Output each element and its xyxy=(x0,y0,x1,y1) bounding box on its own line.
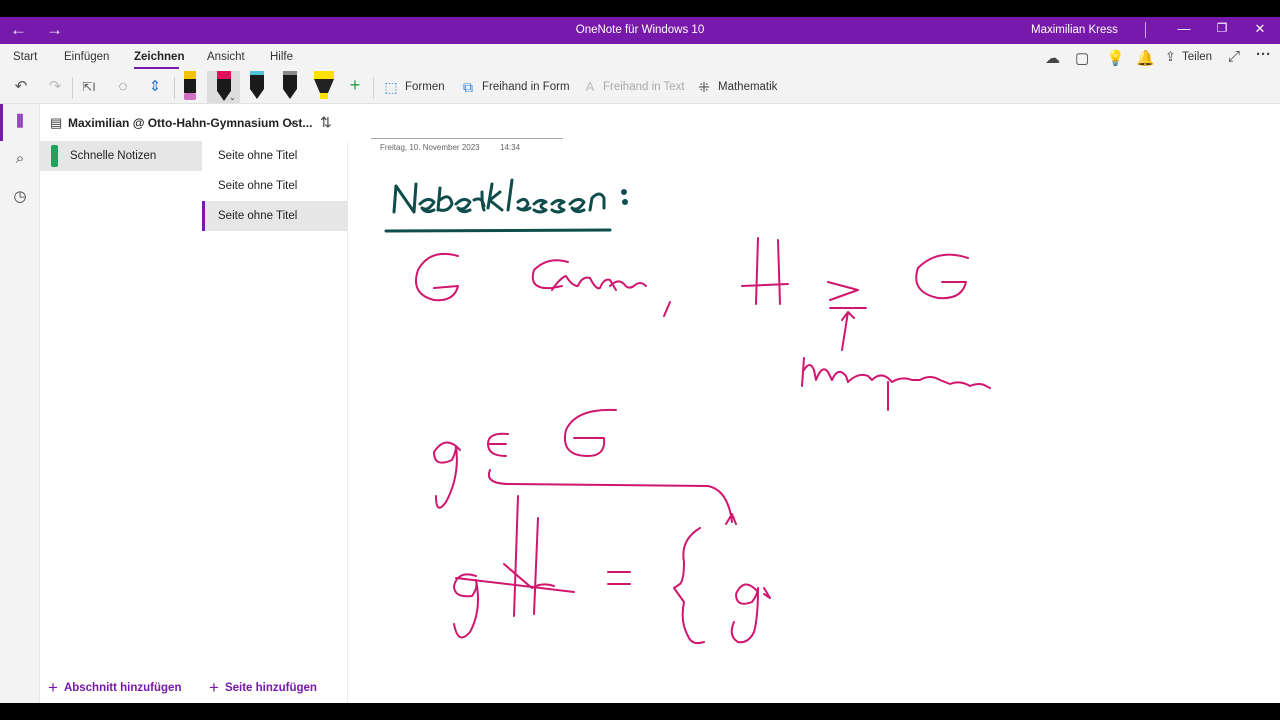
section-color-tab xyxy=(51,145,58,167)
add-section-button[interactable]: + Abschnitt hinzufügen xyxy=(48,678,181,698)
titlebar-divider xyxy=(1145,22,1146,38)
notebook-icon: ▤ xyxy=(50,115,63,130)
math-icon[interactable]: ⁜ xyxy=(694,79,714,95)
onenote-window: ← → OneNote für Windows 10 Maximilian Kr… xyxy=(0,17,1280,703)
insert-space-icon[interactable]: ⇕ xyxy=(145,79,165,95)
fullscreen-icon[interactable]: ⤢ xyxy=(1228,48,1240,65)
recent-icon[interactable]: ◷ xyxy=(10,187,30,205)
title-bar: ← → OneNote für Windows 10 Maximilian Kr… xyxy=(0,17,1280,44)
page-label: Seite ohne Titel xyxy=(218,180,298,192)
more-options-icon[interactable]: ··· xyxy=(1256,46,1271,63)
notebook-title[interactable]: Maximilian @ Otto-Hahn-Gymnasium Ost... xyxy=(68,116,312,130)
page-label: Seite ohne Titel xyxy=(218,150,298,162)
sync-icon[interactable]: ☁ xyxy=(1045,49,1060,67)
undo-icon[interactable]: ↶ xyxy=(11,79,31,95)
plus-icon: + xyxy=(209,678,219,697)
tab-ansicht[interactable]: Ansicht xyxy=(207,51,245,63)
minimize-icon[interactable]: — xyxy=(1174,21,1194,36)
tab-start[interactable]: Start xyxy=(13,51,37,63)
share-button[interactable]: Teilen xyxy=(1182,51,1212,63)
plus-icon: + xyxy=(48,678,58,697)
shapes-icon[interactable]: ⬚ xyxy=(381,79,401,95)
tab-einfuegen[interactable]: Einfügen xyxy=(64,51,109,63)
ink-to-shape-icon[interactable]: ⧉ xyxy=(458,79,478,95)
sticky-notes-icon[interactable]: ▢ xyxy=(1075,49,1089,67)
black-pen-icon[interactable] xyxy=(247,71,267,103)
page-item[interactable]: Seite ohne Titel xyxy=(202,141,348,171)
ribbon-separator xyxy=(174,77,175,99)
math-button[interactable]: Mathematik xyxy=(718,81,777,93)
ink-to-text-icon[interactable]: A xyxy=(580,79,600,95)
pencil-pen-icon[interactable] xyxy=(180,71,200,103)
menu-bar: Start Einfügen Zeichnen Ansicht Hilfe ☁ … xyxy=(0,44,1280,71)
type-select-icon[interactable]: ⇱I xyxy=(79,79,99,95)
highlighter-icon[interactable] xyxy=(312,71,336,103)
section-label: Schnelle Notizen xyxy=(70,150,157,162)
shapes-button[interactable]: Formen xyxy=(405,81,445,93)
page-item-selected[interactable]: Seite ohne Titel xyxy=(202,201,348,231)
active-tab-indicator xyxy=(134,67,179,69)
share-icon[interactable]: ⇪ xyxy=(1165,49,1176,65)
dark-pen-icon[interactable] xyxy=(280,71,300,103)
pages-pane: Seite ohne Titel Seite ohne Titel Seite … xyxy=(202,141,348,703)
ink-heading-nebenklassen xyxy=(384,178,628,233)
tab-zeichnen[interactable]: Zeichnen xyxy=(134,51,184,63)
notebooks-icon[interactable]: ⫼ xyxy=(10,113,30,130)
sections-pane xyxy=(40,104,202,703)
page-canvas[interactable]: Freitag, 10. November 2023 14:34 xyxy=(348,104,1280,703)
page-label: Seite ohne Titel xyxy=(218,210,298,222)
ink-pink xyxy=(415,237,991,645)
lightbulb-icon[interactable]: 💡 xyxy=(1106,49,1125,67)
ribbon-separator xyxy=(72,77,73,99)
ribbon-separator xyxy=(373,77,374,99)
rail-selected-indicator xyxy=(0,104,3,141)
chevron-down-icon[interactable]: ⌄ xyxy=(229,93,236,102)
tab-hilfe[interactable]: Hilfe xyxy=(270,51,293,63)
close-icon[interactable]: ✕ xyxy=(1250,21,1270,37)
handwritten-ink xyxy=(384,178,991,645)
redo-icon[interactable]: ↷ xyxy=(45,79,65,95)
lasso-select-icon[interactable]: ◌ xyxy=(113,79,133,95)
notebook-dropdown-icon[interactable]: ⌄ xyxy=(288,115,297,128)
add-pen-icon[interactable]: + xyxy=(345,76,365,94)
search-icon[interactable]: ⌕ xyxy=(10,150,30,167)
add-page-button[interactable]: + Seite hinzufügen xyxy=(209,678,317,698)
left-rail: ⫼ ⌕ ◷ xyxy=(0,104,40,703)
user-name[interactable]: Maximilian Kress xyxy=(1031,24,1118,36)
ink-to-text-button[interactable]: Freihand in Text xyxy=(603,81,685,93)
draw-ribbon: ↶ ↷ ⇱I ◌ ⇕ ⌄ + ⬚ Formen ⧉ Freihand in Fo… xyxy=(0,71,1280,104)
section-item-schnelle-notizen[interactable]: Schnelle Notizen xyxy=(40,141,202,171)
restore-icon[interactable]: ❐ xyxy=(1212,21,1232,35)
page-item[interactable]: Seite ohne Titel xyxy=(202,171,348,201)
bell-icon[interactable]: 🔔 xyxy=(1136,49,1155,67)
ink-to-shape-button[interactable]: Freihand in Form xyxy=(482,81,570,93)
sort-pages-icon[interactable]: ⇅ xyxy=(320,114,332,131)
